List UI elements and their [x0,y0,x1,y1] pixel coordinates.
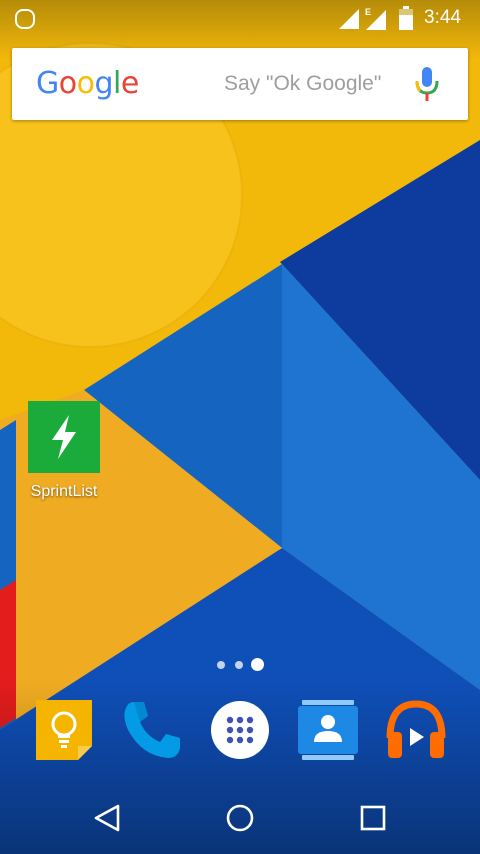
status-bar: E 3:44 [0,0,480,38]
battery-icon [399,6,413,30]
recents-icon[interactable] [355,800,391,836]
page-indicator [213,656,269,672]
lightbulb-icon[interactable] [32,698,96,762]
google-search-bar[interactable]: Google Say "Ok Google" [12,48,468,120]
lightning-bolt-icon [28,401,100,473]
google-logo-letter: o [76,66,95,101]
status-time: 3:44 [424,7,461,28]
headphones-icon[interactable] [384,698,448,762]
mic-icon[interactable] [414,66,440,102]
google-logo-letter: G [36,66,59,101]
page-dot [217,661,225,669]
back-icon[interactable] [88,800,124,836]
google-logo-letter: l [113,66,121,101]
google-logo-letter: e [120,66,139,101]
google-logo-letter: o [58,66,77,101]
network-type-label: E [365,7,371,17]
google-logo[interactable]: Google [36,66,139,101]
page-dot-current [251,658,264,671]
phone-icon[interactable] [120,698,184,762]
app-shortcut-sprintlist[interactable]: SprintList [20,401,108,501]
home-screen: E 3:44 Google Say "Ok Google" SprintList [0,0,480,854]
navigation-bar [0,782,480,854]
search-hint[interactable]: Say "Ok Google" [224,72,381,96]
page-dot [235,661,243,669]
data-signal-icon: E [365,7,386,30]
signal-icon [339,9,359,29]
contacts-icon[interactable] [296,698,360,762]
app-drawer-icon[interactable] [208,698,272,762]
home-icon[interactable] [222,800,258,836]
google-logo-letter: g [94,66,114,101]
app-label: SprintList [30,483,98,500]
notification-icon [15,9,35,29]
